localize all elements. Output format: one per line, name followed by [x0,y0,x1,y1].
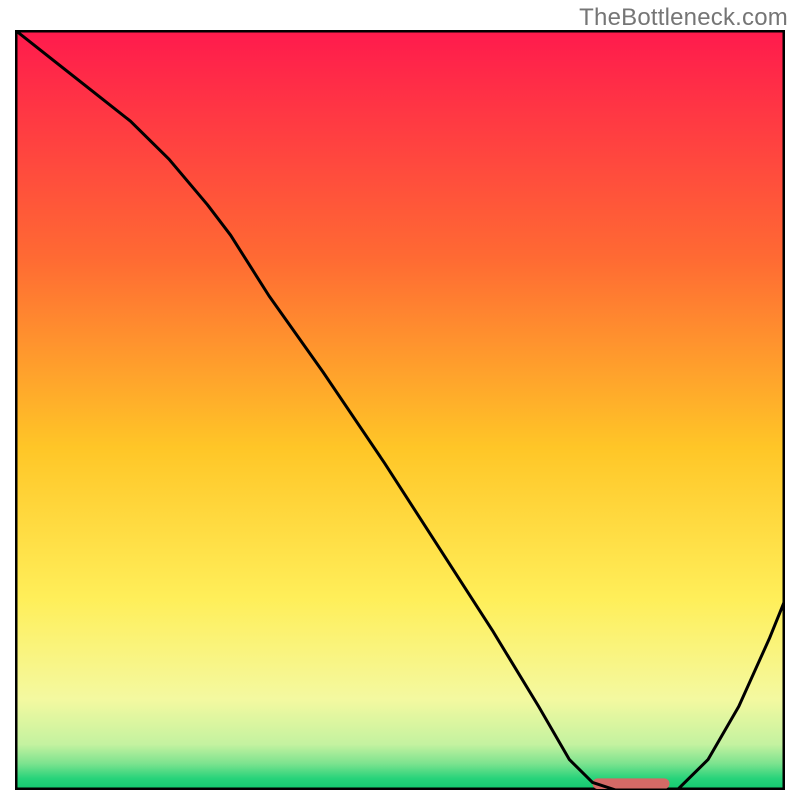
watermark-text: TheBottleneck.com [579,4,788,32]
bottleneck-plot [15,30,785,790]
chart-container: TheBottleneck.com [0,0,800,800]
plot-svg [15,30,785,790]
gradient-background [15,30,785,790]
